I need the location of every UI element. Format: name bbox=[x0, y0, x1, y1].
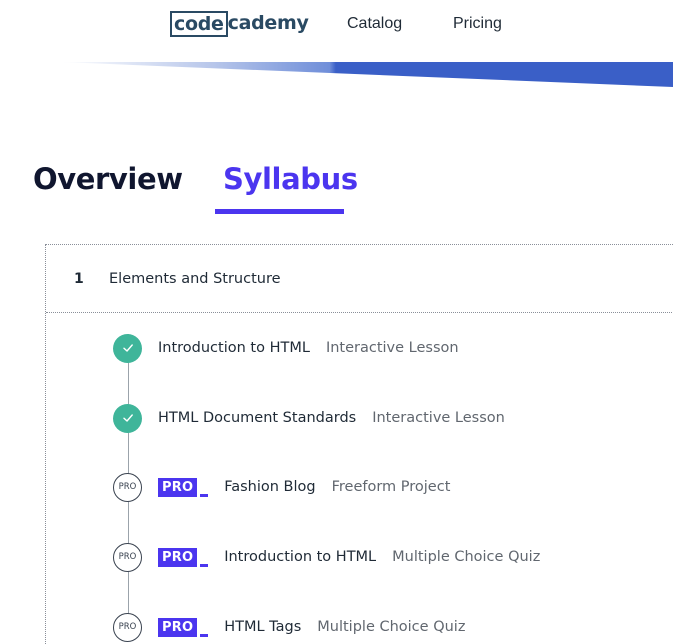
active-tab-indicator bbox=[215, 209, 344, 214]
nav-pricing-link[interactable]: Pricing bbox=[453, 15, 502, 33]
pro-lock-icon: PRO bbox=[113, 612, 142, 642]
hero-banner-stripe bbox=[60, 62, 673, 87]
module-header[interactable]: 1 Elements and Structure bbox=[46, 245, 673, 313]
lesson-title: Introduction to HTML bbox=[224, 549, 377, 565]
lesson-type: Multiple Choice Quiz bbox=[392, 549, 541, 565]
lesson-title: HTML Document Standards bbox=[158, 410, 357, 426]
site-header: code cademy Catalog Pricing bbox=[0, 0, 673, 58]
tab-syllabus[interactable]: Syllabus bbox=[223, 162, 358, 196]
lesson-item[interactable]: PRO PRO Introduction to HTML Multiple Ch… bbox=[113, 542, 540, 572]
tab-overview[interactable]: Overview bbox=[33, 162, 183, 196]
lesson-title: Fashion Blog bbox=[224, 479, 316, 495]
lesson-title: Introduction to HTML bbox=[158, 340, 310, 356]
pro-lock-icon: PRO bbox=[113, 542, 142, 572]
check-icon bbox=[113, 403, 142, 433]
lesson-type: Interactive Lesson bbox=[372, 410, 505, 426]
pro-badge-cursor bbox=[200, 633, 209, 637]
pro-badge-cursor bbox=[200, 563, 209, 567]
lesson-title: HTML Tags bbox=[224, 619, 302, 635]
lesson-type: Multiple Choice Quiz bbox=[317, 619, 466, 635]
pro-lock-icon: PRO bbox=[113, 472, 142, 502]
logo-cademy-text: cademy bbox=[227, 11, 309, 34]
module-title: Elements and Structure bbox=[109, 271, 281, 287]
pro-badge: PRO bbox=[158, 617, 209, 637]
pro-badge-label: PRO bbox=[158, 617, 198, 637]
pro-badge-label: PRO bbox=[158, 477, 198, 497]
pro-badge: PRO bbox=[158, 477, 209, 497]
lesson-item[interactable]: HTML Document Standards Interactive Less… bbox=[113, 403, 505, 433]
lesson-item[interactable]: Introduction to HTML Interactive Lesson bbox=[113, 333, 459, 363]
lesson-item[interactable]: PRO PRO HTML Tags Multiple Choice Quiz bbox=[113, 612, 465, 642]
lesson-type: Freeform Project bbox=[331, 479, 451, 495]
nav-catalog-link[interactable]: Catalog bbox=[347, 15, 402, 33]
lesson-type: Interactive Lesson bbox=[325, 340, 459, 356]
module-number: 1 bbox=[74, 271, 84, 287]
lesson-item[interactable]: PRO PRO Fashion Blog Freeform Project bbox=[113, 472, 450, 502]
check-icon bbox=[113, 333, 142, 363]
pro-badge-cursor bbox=[200, 493, 209, 497]
pro-badge: PRO bbox=[158, 547, 209, 567]
pro-badge-label: PRO bbox=[158, 547, 198, 567]
syllabus-panel: 1 Elements and Structure bbox=[45, 244, 673, 644]
logo-code-box: code bbox=[170, 10, 228, 37]
codecademy-logo[interactable]: code cademy bbox=[170, 10, 309, 37]
